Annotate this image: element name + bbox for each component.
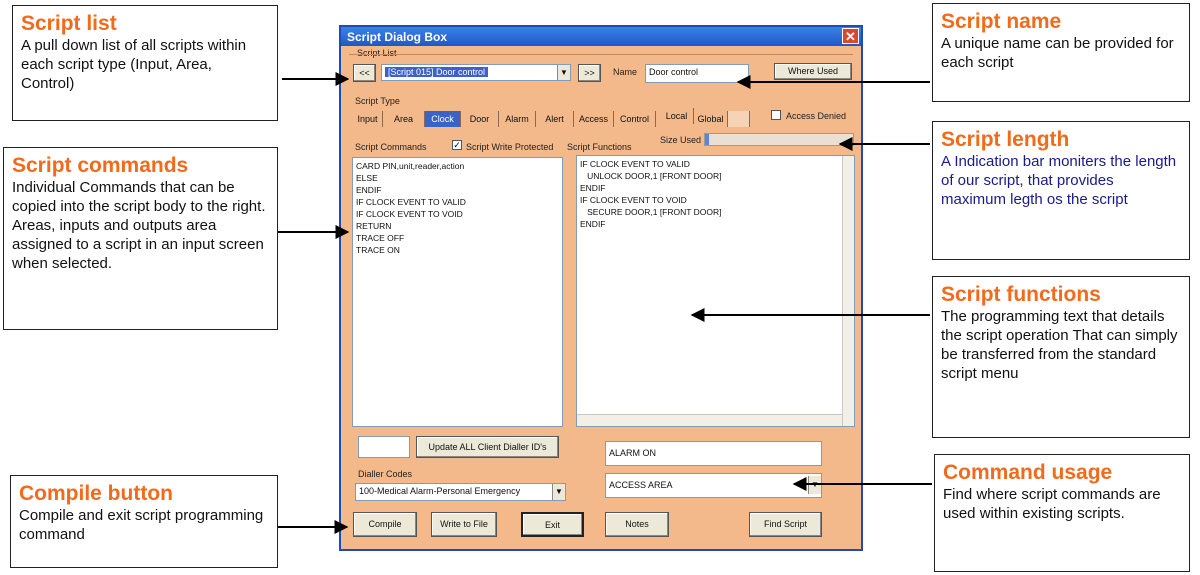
- callout-body: Individual Commands that can be copied i…: [12, 179, 266, 272]
- script-commands-list[interactable]: CARD PIN,unit,reader,action ELSE ENDIF IF C…: [352, 157, 563, 427]
- function-line[interactable]: SECURE DOOR,1 [FRONT DOOR]: [580, 206, 851, 218]
- group-divider: [349, 54, 853, 55]
- callout-title: Command usage: [943, 461, 1113, 484]
- function-line[interactable]: ENDIF: [580, 218, 851, 230]
- access-denied-checkbox[interactable]: [771, 110, 781, 120]
- callout-title: Script length: [941, 128, 1070, 151]
- exit-button[interactable]: Exit: [521, 512, 584, 537]
- tab-blank: [728, 111, 750, 127]
- command-usage-callout: Command usage Find where script commands…: [934, 454, 1190, 572]
- write-to-file-button[interactable]: Write to File: [431, 512, 497, 537]
- previous-script-button[interactable]: <<: [353, 64, 376, 82]
- command-list-item[interactable]: ELSE: [356, 172, 559, 184]
- command-list-item[interactable]: TRACE ON: [356, 244, 559, 256]
- script-functions-callout: Script functions The programming text th…: [932, 276, 1190, 438]
- callout-title: Script commands: [12, 154, 189, 177]
- horizontal-scrollbar[interactable]: [577, 414, 842, 426]
- chevron-down-icon[interactable]: ▼: [557, 65, 570, 80]
- where-used-button[interactable]: Where Used: [774, 63, 852, 80]
- update-dialler-ids-button[interactable]: Update ALL Client Dialler ID's: [416, 436, 559, 458]
- size-used-bar: [704, 133, 854, 146]
- function-line[interactable]: IF CLOCK EVENT TO VALID: [580, 158, 851, 170]
- notes-button[interactable]: Notes: [605, 512, 669, 537]
- tab-access[interactable]: Access: [574, 111, 614, 127]
- dialler-id-field[interactable]: [358, 436, 410, 458]
- command-list-item[interactable]: CARD PIN,unit,reader,action: [356, 160, 559, 172]
- tab-control[interactable]: Control: [614, 111, 656, 127]
- tab-area[interactable]: Area: [383, 111, 425, 127]
- script-functions-label: Script Functions: [567, 142, 632, 152]
- vertical-scrollbar[interactable]: [842, 156, 854, 426]
- name-label: Name: [613, 67, 638, 77]
- callout-title: Script list: [21, 12, 117, 35]
- callout-title: Compile button: [19, 482, 173, 505]
- tab-door[interactable]: Door: [461, 111, 499, 127]
- script-name-field[interactable]: Door control: [645, 64, 749, 83]
- close-icon[interactable]: ✕: [842, 28, 859, 44]
- script-name-callout: Script name A unique name can be provide…: [932, 3, 1190, 102]
- tab-alarm[interactable]: Alarm: [499, 111, 536, 127]
- alarm-on-field[interactable]: ALARM ON: [605, 441, 822, 466]
- callout-body: The programming text that details the sc…: [941, 308, 1178, 382]
- dialler-selected-value: 100-Medical Alarm-Personal Emergency: [359, 486, 521, 496]
- access-area-field[interactable]: ACCESS AREA ▼: [605, 473, 822, 498]
- dialler-codes-label: Dialler Codes: [358, 469, 413, 479]
- compile-button[interactable]: Compile: [353, 512, 417, 537]
- size-used-fill: [705, 134, 709, 145]
- command-list-item[interactable]: ENDIF: [356, 184, 559, 196]
- callout-title: Script functions: [941, 283, 1101, 306]
- access-area-value: ACCESS AREA: [609, 480, 673, 490]
- script-functions-editor[interactable]: IF CLOCK EVENT TO VALID UNLOCK DOOR,1 [F…: [576, 155, 855, 427]
- tab-local[interactable]: Local: [660, 108, 694, 124]
- command-list-item[interactable]: IF CLOCK EVENT TO VALID: [356, 196, 559, 208]
- find-script-button[interactable]: Find Script: [749, 512, 822, 537]
- command-list-item[interactable]: IF CLOCK EVENT TO VOID: [356, 208, 559, 220]
- callout-body: A unique name can be provided for each s…: [941, 35, 1174, 71]
- tab-global[interactable]: Global: [694, 111, 728, 127]
- selected-script-value: [Script 015] Door control: [385, 67, 489, 77]
- script-type-label: Script Type: [355, 96, 400, 106]
- callout-body: A Indication bar moniters the length of …: [941, 153, 1177, 208]
- function-line[interactable]: UNLOCK DOOR,1 [FRONT DOOR]: [580, 170, 851, 182]
- write-protected-label: Script Write Protected: [466, 142, 554, 152]
- tab-alert[interactable]: Alert: [536, 111, 574, 127]
- dialog-title: Script Dialog Box: [347, 30, 448, 44]
- script-type-tabs: Input Area Clock Door Alarm Alert Access…: [353, 108, 758, 127]
- next-script-button[interactable]: >>: [578, 64, 601, 82]
- script-list-label: Script List: [357, 48, 397, 58]
- script-commands-callout: Script commands Individual Commands that…: [3, 147, 278, 330]
- command-list-item[interactable]: RETURN: [356, 220, 559, 232]
- script-commands-label: Script Commands: [355, 142, 427, 152]
- dialler-codes-select[interactable]: 100-Medical Alarm-Personal Emergency ▼: [355, 483, 566, 501]
- script-dialog-window: Script Dialog Box ✕ Script List << [Scri…: [339, 25, 863, 551]
- command-list-item[interactable]: TRACE OFF: [356, 232, 559, 244]
- size-used-label: Size Used: [660, 135, 702, 145]
- callout-body: Compile and exit script programming comm…: [19, 507, 264, 543]
- chevron-down-icon[interactable]: ▼: [808, 476, 821, 494]
- access-denied-label: Access Denied: [786, 111, 847, 121]
- callout-title: Script name: [941, 10, 1062, 33]
- callout-body: Find where script commands are used with…: [943, 486, 1161, 522]
- script-length-callout: Script length A Indication bar moniters …: [932, 121, 1190, 260]
- function-line[interactable]: IF CLOCK EVENT TO VOID: [580, 194, 851, 206]
- script-select[interactable]: [Script 015] Door control ▼: [381, 64, 571, 81]
- dialog-title-bar[interactable]: Script Dialog Box ✕: [341, 27, 861, 46]
- chevron-down-icon[interactable]: ▼: [552, 484, 565, 500]
- write-protected-checkbox[interactable]: ✓: [452, 140, 462, 150]
- tab-clock[interactable]: Clock: [425, 111, 461, 127]
- script-list-callout: Script list A pull down list of all scri…: [12, 5, 278, 121]
- callout-body: A pull down list of all scripts within e…: [21, 37, 247, 92]
- tab-input[interactable]: Input: [353, 111, 383, 127]
- function-line[interactable]: ENDIF: [580, 182, 851, 194]
- compile-button-callout: Compile button Compile and exit script p…: [10, 475, 278, 568]
